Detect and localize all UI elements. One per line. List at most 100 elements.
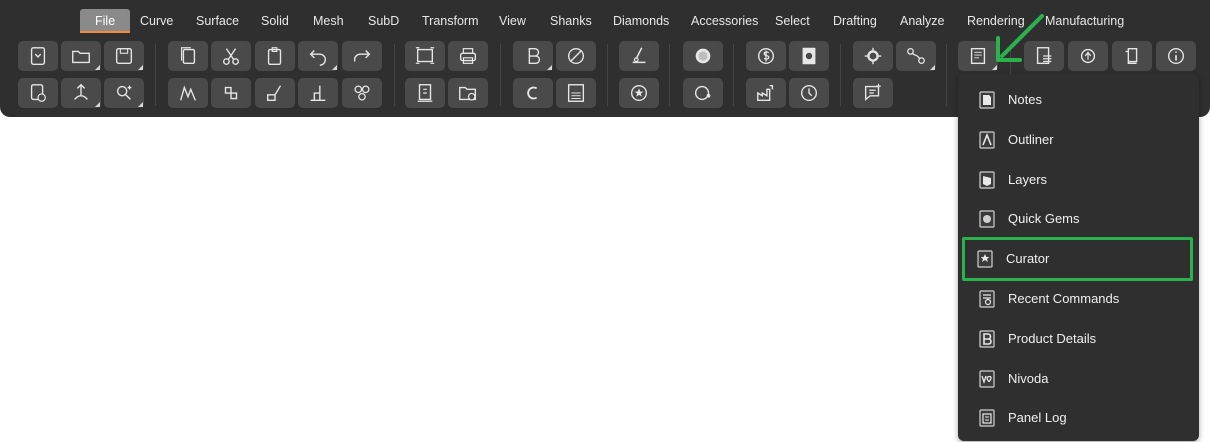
tax-button[interactable] — [556, 78, 596, 108]
magic-select-button[interactable] — [104, 78, 144, 108]
comment-add-button[interactable] — [853, 78, 893, 108]
save-button[interactable] — [104, 41, 144, 71]
dollar-film-button[interactable] — [789, 41, 829, 71]
star-circle-button[interactable] — [619, 78, 659, 108]
tab-analyze[interactable]: Analyze — [900, 9, 944, 33]
path-button[interactable] — [896, 41, 936, 71]
pen-button[interactable] — [619, 41, 659, 71]
open-folder-icon — [72, 50, 90, 64]
copyright-button[interactable] — [513, 78, 553, 108]
tab-subd[interactable]: SubD — [368, 9, 399, 33]
sphere-button[interactable] — [683, 41, 723, 71]
dollar-button[interactable] — [746, 41, 786, 71]
bold-b-button[interactable] — [513, 41, 553, 71]
document-export-button[interactable] — [405, 78, 445, 108]
clock-button[interactable] — [789, 78, 829, 108]
ribbon-tabs: File Curve Surface Solid Mesh SubD Trans… — [0, 9, 1210, 33]
tab-select[interactable]: Select — [775, 9, 810, 33]
app-window: File Curve Surface Solid Mesh SubD Trans… — [0, 0, 1210, 442]
tab-diamonds[interactable]: Diamonds — [613, 9, 669, 33]
cluster-icon — [354, 85, 370, 101]
box-button[interactable] — [1112, 41, 1152, 71]
tab-curve[interactable]: Curve — [140, 9, 173, 33]
new-document-icon — [30, 47, 46, 65]
layers-icon — [979, 171, 995, 189]
menu-item-panel-log[interactable]: Panel Log — [964, 400, 1193, 436]
tab-shanks[interactable]: Shanks — [550, 9, 592, 33]
panels-button[interactable] — [958, 41, 998, 71]
open-button[interactable] — [61, 41, 101, 71]
menu-item-product-details[interactable]: Product Details — [964, 321, 1193, 357]
dollar-film-icon — [802, 47, 816, 65]
new-document-button[interactable] — [18, 41, 58, 71]
save-icon — [115, 47, 133, 65]
menu-item-layers[interactable]: Layers — [964, 162, 1193, 198]
tab-view[interactable]: View — [499, 9, 526, 33]
outliner-icon — [979, 131, 995, 149]
sphere-icon — [695, 48, 711, 64]
menu-item-recent-commands[interactable]: Recent Commands — [964, 281, 1193, 317]
redo-icon — [353, 50, 371, 62]
tab-rendering[interactable]: Rendering — [967, 9, 1025, 33]
ring-button[interactable] — [683, 78, 723, 108]
import-button[interactable] — [61, 78, 101, 108]
blocked-button[interactable] — [556, 41, 596, 71]
menu-item-label: Nivoda — [1008, 371, 1049, 386]
curves-button[interactable] — [168, 78, 208, 108]
properties-button[interactable] — [1024, 41, 1064, 71]
stack-button[interactable] — [298, 78, 338, 108]
tab-accessories[interactable]: Accessories — [691, 9, 758, 33]
menu-item-label: Layers — [1008, 172, 1048, 187]
group-button[interactable] — [211, 78, 251, 108]
menu-item-nivoda[interactable]: Nivoda — [964, 361, 1193, 397]
capture-button[interactable] — [405, 41, 445, 71]
tab-transform[interactable]: Transform — [422, 9, 479, 33]
magic-select-icon — [116, 85, 132, 100]
menu-item-curator[interactable]: Curator — [962, 237, 1193, 281]
document-clock-icon — [30, 84, 46, 102]
node-button[interactable] — [853, 41, 893, 71]
paste-button[interactable] — [255, 41, 295, 71]
cut-button[interactable] — [211, 41, 251, 71]
ring-icon — [694, 85, 711, 101]
recent-files-button[interactable] — [18, 78, 58, 108]
redo-button[interactable] — [342, 41, 382, 71]
tab-surface[interactable]: Surface — [196, 9, 239, 33]
menu-item-notes[interactable]: Notes — [964, 82, 1193, 118]
path-icon — [907, 48, 925, 64]
panel-log-icon — [979, 409, 995, 427]
split-button[interactable] — [255, 78, 295, 108]
blocked-icon — [567, 47, 585, 65]
curves-icon — [180, 85, 196, 101]
undo-button[interactable] — [298, 41, 338, 71]
toolbar-separator — [155, 44, 156, 106]
toolbar-separator — [394, 44, 395, 106]
sync-icon — [1080, 48, 1096, 64]
factory-button[interactable] — [746, 78, 786, 108]
sync-button[interactable] — [1068, 41, 1108, 71]
tax-icon — [567, 84, 585, 102]
import-icon — [74, 83, 88, 100]
print-icon — [459, 48, 477, 64]
menu-item-outliner[interactable]: Outliner — [964, 122, 1193, 158]
info-button[interactable] — [1156, 41, 1196, 71]
tab-drafting[interactable]: Drafting — [833, 9, 877, 33]
menu-item-label: Quick Gems — [1008, 211, 1080, 226]
properties-icon — [1036, 47, 1052, 65]
nivoda-icon — [979, 370, 995, 388]
panels-icon — [970, 47, 986, 65]
copy-button[interactable] — [168, 41, 208, 71]
tab-file[interactable]: File — [80, 9, 131, 33]
menu-item-label: Outliner — [1008, 132, 1054, 147]
menu-item-quick-gems[interactable]: Quick Gems — [964, 201, 1193, 237]
print-button[interactable] — [448, 41, 488, 71]
tab-mesh[interactable]: Mesh — [313, 9, 344, 33]
folder-user-button[interactable] — [448, 78, 488, 108]
node-icon — [864, 47, 882, 65]
tab-solid[interactable]: Solid — [261, 9, 289, 33]
comment-add-icon — [864, 83, 881, 101]
toolbar-separator — [733, 44, 734, 106]
tab-manufacturing[interactable]: Manufacturing — [1045, 9, 1124, 33]
cluster-button[interactable] — [342, 78, 382, 108]
toolbar-separator — [946, 44, 947, 106]
